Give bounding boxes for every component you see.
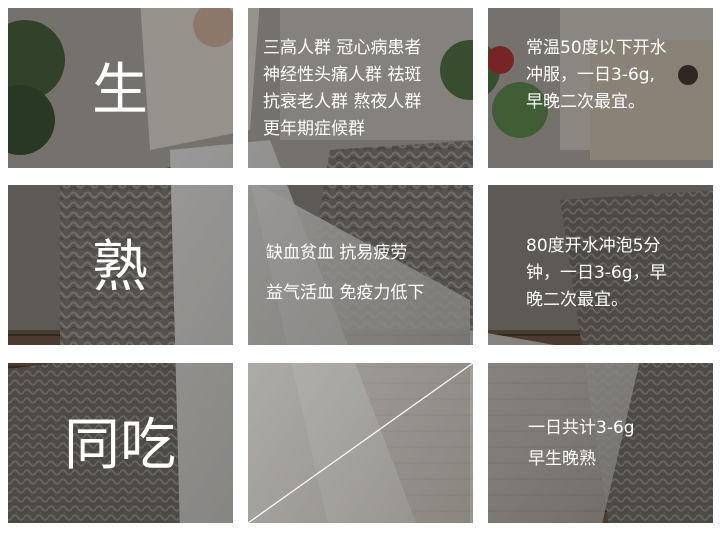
tile-both-note: 一日共计3-6g 早生晚熟	[488, 363, 713, 523]
tile-cooked-usage: 80度开水冲泡5分 钟，一日3-6g，早 晚二次最宜。	[488, 185, 713, 345]
benefits-text: 缺血贫血 抗易疲劳 益气活血 免疫力低下	[266, 233, 424, 313]
heading-raw: 生	[92, 58, 148, 123]
usage-line: 早晚二次最宜。	[526, 92, 645, 112]
note-line: 一日共计3-6g	[528, 418, 635, 438]
tile-both-heading: 同吃	[8, 363, 233, 523]
usage-text: 80度开水冲泡5分 钟，一日3-6g，早 晚二次最宜。	[526, 233, 667, 314]
tile-cooked-benefits: 缺血贫血 抗易疲劳 益气活血 免疫力低下	[248, 185, 473, 345]
usage-line: 冲服，一日3-6g,	[526, 65, 655, 85]
audience-line: 三高人群 冠心病患者	[263, 38, 422, 58]
tile-both-divider	[248, 363, 473, 523]
benefit-line: 益气活血 免疫力低下	[266, 283, 425, 303]
usage-line: 钟，一日3-6g，早	[526, 263, 667, 283]
tile-raw-audience: 三高人群 冠心病患者 神经性头痛人群 祛斑 抗衰老人群 熬夜人群 更年期症候群	[248, 8, 473, 168]
audience-line: 抗衰老人群 熬夜人群	[263, 92, 422, 112]
audience-line: 更年期症候群	[263, 119, 365, 139]
usage-line: 晚二次最宜。	[526, 290, 628, 310]
note-line: 早生晚熟	[528, 449, 596, 469]
heading-both: 同吃	[64, 413, 176, 478]
heading-cooked: 熟	[92, 235, 148, 300]
usage-text: 常温50度以下开水 冲服，一日3-6g, 早晚二次最宜。	[526, 35, 667, 116]
audience-line: 神经性头痛人群 祛斑	[263, 65, 422, 85]
tile-raw-heading: 生	[8, 8, 233, 168]
note-text: 一日共计3-6g 早生晚熟	[528, 413, 635, 475]
usage-line: 80度开水冲泡5分	[526, 236, 661, 256]
diagonal-divider-line	[248, 363, 473, 523]
audience-text: 三高人群 冠心病患者 神经性头痛人群 祛斑 抗衰老人群 熬夜人群 更年期症候群	[263, 35, 421, 143]
tile-raw-usage: 常温50度以下开水 冲服，一日3-6g, 早晚二次最宜。	[488, 8, 713, 168]
usage-line: 常温50度以下开水	[526, 38, 667, 58]
benefit-line: 缺血贫血 抗易疲劳	[266, 243, 408, 263]
tile-cooked-heading: 熟	[8, 185, 233, 345]
